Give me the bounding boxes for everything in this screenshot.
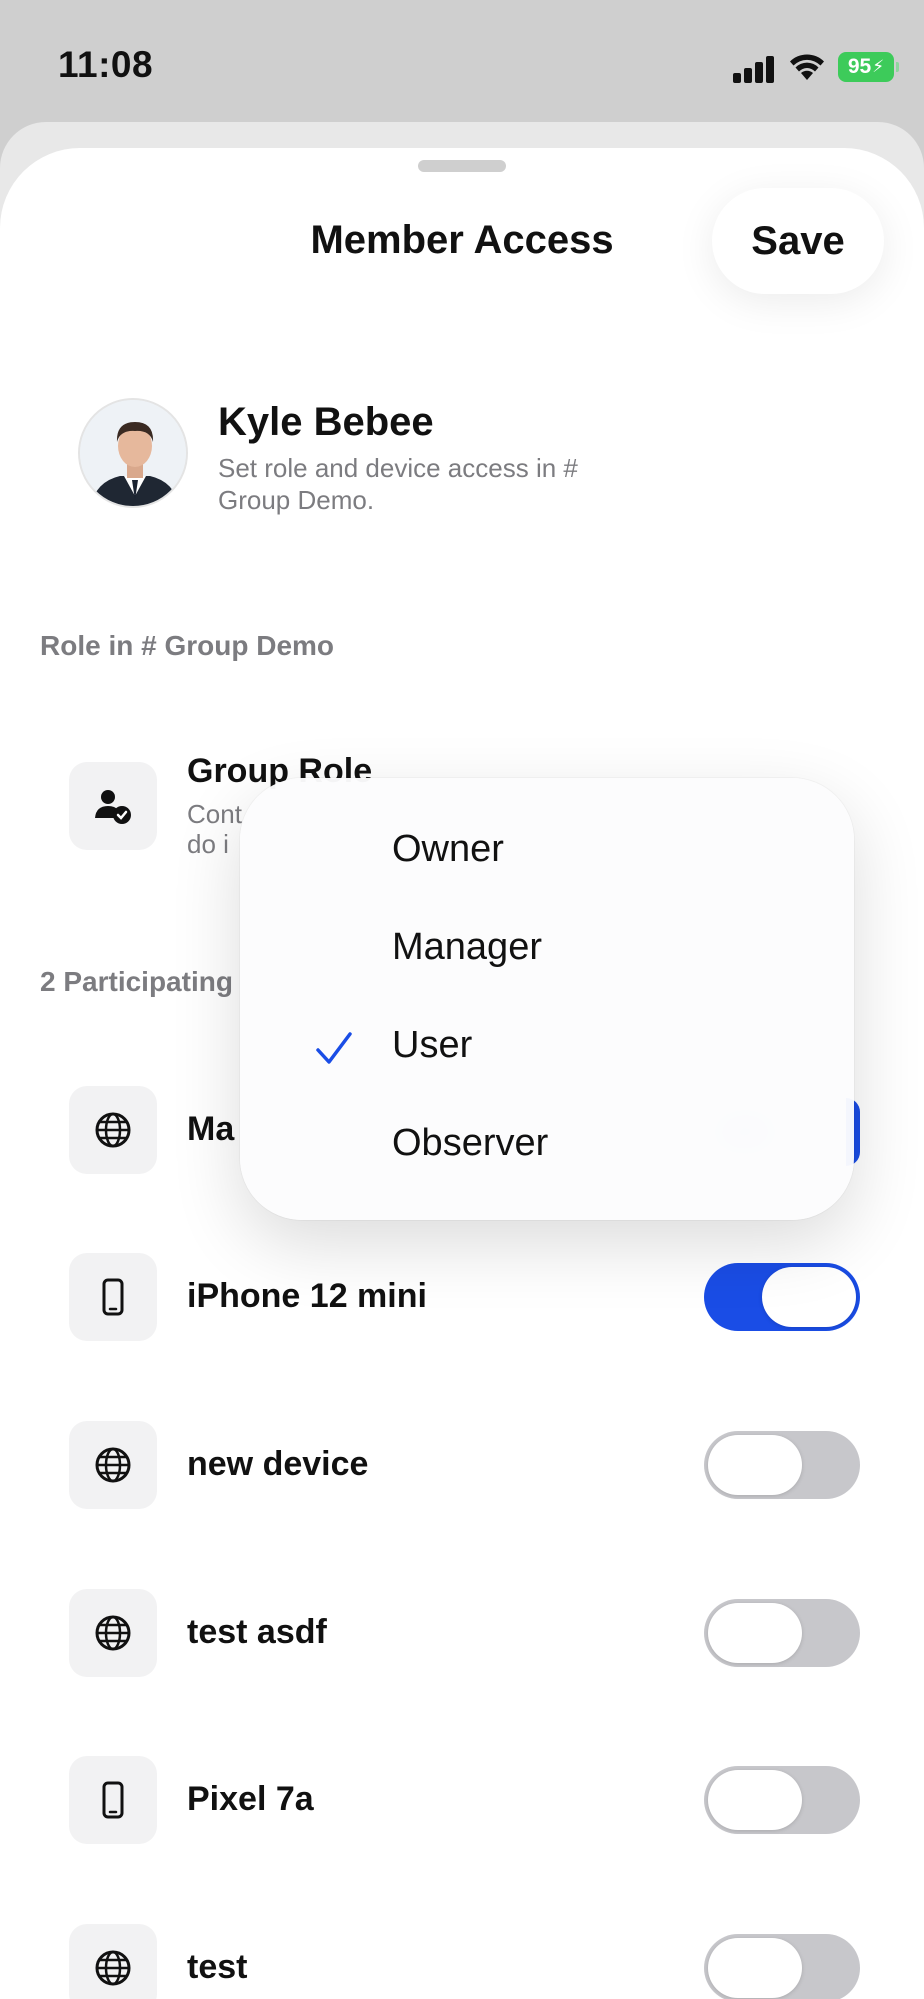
wifi-icon xyxy=(790,54,824,80)
device-name: iPhone 12 mini xyxy=(187,1277,427,1315)
toggle-knob xyxy=(762,1267,856,1327)
user-shield-icon xyxy=(95,790,131,824)
role-section-label: Role in # Group Demo xyxy=(40,630,335,661)
phone-icon xyxy=(102,1781,124,1819)
device-icon-tile xyxy=(69,1086,157,1174)
role-icon-tile xyxy=(69,762,157,850)
device-toggle[interactable] xyxy=(704,1263,860,1331)
toggle-knob xyxy=(708,1770,802,1830)
toggle-knob xyxy=(708,1603,802,1663)
device-toggle[interactable] xyxy=(704,1599,860,1667)
toggle-knob xyxy=(708,1938,802,1998)
device-toggle[interactable] xyxy=(704,1431,860,1499)
member-name: Kyle Bebee xyxy=(218,400,434,444)
toggle-knob xyxy=(708,1435,802,1495)
sheet-grabber[interactable] xyxy=(418,160,506,172)
devices-section-label: 2 Participating xyxy=(40,966,233,997)
globe-icon xyxy=(95,1112,131,1148)
phone-icon xyxy=(102,1278,124,1316)
device-icon-tile xyxy=(69,1421,157,1509)
avatar xyxy=(78,398,188,508)
menu-item-user[interactable]: User xyxy=(392,1024,472,1067)
device-name: test asdf xyxy=(187,1613,327,1651)
role-menu: Owner Manager User Observer xyxy=(240,778,854,1220)
device-toggle[interactable] xyxy=(704,1766,860,1834)
avatar-portrait-icon xyxy=(80,400,186,506)
member-subtitle: Set role and device access in # Group De… xyxy=(218,453,578,515)
checkmark-icon xyxy=(316,1032,352,1064)
device-icon-tile xyxy=(69,1253,157,1341)
cellular-signal-icon xyxy=(733,55,775,83)
device-name: test xyxy=(187,1948,248,1986)
globe-icon xyxy=(95,1615,131,1651)
battery-indicator: 95 ⚡ xyxy=(838,52,899,82)
battery-level: 95 xyxy=(847,55,872,78)
device-icon-tile xyxy=(69,1589,157,1677)
globe-icon xyxy=(95,1950,131,1986)
globe-icon xyxy=(95,1447,131,1483)
device-name: Pixel 7a xyxy=(187,1780,314,1818)
device-icon-tile xyxy=(69,1924,157,1999)
menu-item-manager[interactable]: Manager xyxy=(392,926,542,969)
save-button[interactable]: Save xyxy=(712,188,884,294)
menu-item-owner[interactable]: Owner xyxy=(392,828,504,871)
device-name: Ma xyxy=(187,1110,235,1148)
device-name: new device xyxy=(187,1445,369,1483)
device-toggle[interactable] xyxy=(704,1934,860,1999)
menu-item-observer[interactable]: Observer xyxy=(392,1122,548,1165)
status-bar: 11:08 95 ⚡ xyxy=(0,0,924,130)
status-time: 11:08 xyxy=(58,44,154,85)
device-icon-tile xyxy=(69,1756,157,1844)
